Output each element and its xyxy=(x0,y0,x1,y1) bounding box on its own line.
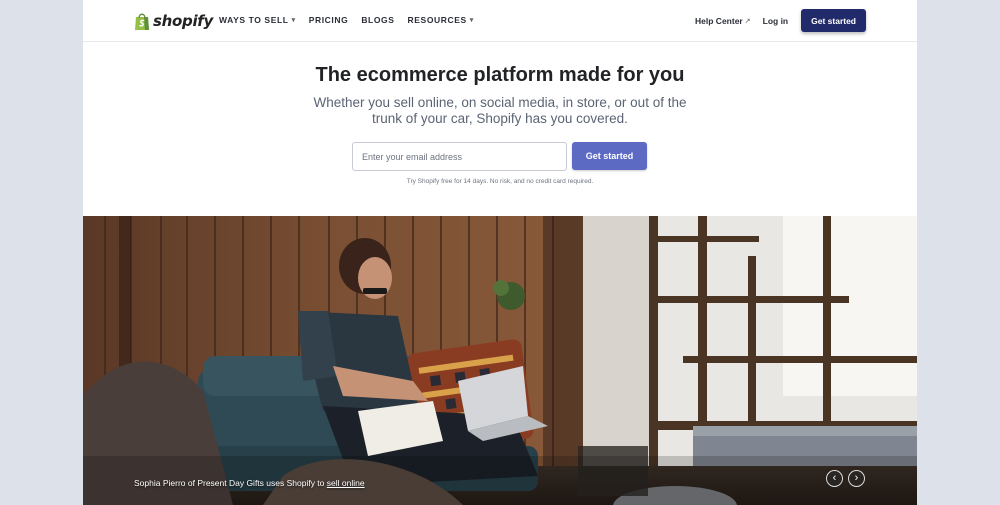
sell-online-link[interactable]: sell online xyxy=(327,478,365,488)
hero-photo xyxy=(83,216,917,505)
external-link-icon: ↗ xyxy=(744,17,751,25)
shopping-bag-icon xyxy=(135,13,149,30)
hero-photo-illustration xyxy=(83,216,917,505)
chevron-left-icon: ‹ xyxy=(832,472,837,484)
login-link[interactable]: Log in xyxy=(763,16,789,26)
help-center-label: Help Center xyxy=(695,15,743,26)
trial-note: Try Shopify free for 14 days. No risk, a… xyxy=(406,178,594,185)
hero-subtitle: Whether you sell online, on social media… xyxy=(313,95,687,126)
carousel-next-button[interactable]: › xyxy=(848,470,865,487)
chevron-right-icon: › xyxy=(854,472,859,484)
header-actions: Help Center ↗ Log in Get started xyxy=(695,9,866,32)
hero-get-started-button[interactable]: Get started xyxy=(572,142,647,170)
caption-prefix: Sophia Pierro of Present Day Gifts uses … xyxy=(134,478,327,488)
chevron-down-icon: ▾ xyxy=(469,17,474,24)
nav-resources[interactable]: RESOURCES ▾ xyxy=(408,15,474,25)
nav-item-label: BLOGS xyxy=(361,15,395,25)
shopify-logo[interactable]: shopify xyxy=(134,10,213,32)
nav-pricing[interactable]: PRICING xyxy=(309,15,349,25)
nav-blogs[interactable]: BLOGS xyxy=(361,15,394,25)
carousel-prev-button[interactable]: ‹ xyxy=(826,470,843,487)
nav-item-label: RESOURCES xyxy=(407,15,467,25)
chevron-down-icon: ▾ xyxy=(291,17,296,24)
page: shopify WAYS TO SELL ▾ PRICING BLOGS RES… xyxy=(83,0,917,505)
help-center-link[interactable]: Help Center ↗ xyxy=(695,16,751,26)
email-input[interactable] xyxy=(352,142,567,171)
brand-wordmark: shopify xyxy=(153,12,213,30)
site-header: shopify WAYS TO SELL ▾ PRICING BLOGS RES… xyxy=(83,0,917,42)
nav-ways-to-sell[interactable]: WAYS TO SELL ▾ xyxy=(219,15,296,25)
main-nav: WAYS TO SELL ▾ PRICING BLOGS RESOURCES ▾ xyxy=(219,15,487,25)
photo-caption-text: Sophia Pierro of Present Day Gifts uses … xyxy=(134,478,365,488)
hero-title: The ecommerce platform made for you xyxy=(315,64,685,86)
header-get-started-button[interactable]: Get started xyxy=(801,9,866,32)
nav-item-label: WAYS TO SELL xyxy=(219,15,289,25)
nav-item-label: PRICING xyxy=(308,15,349,25)
